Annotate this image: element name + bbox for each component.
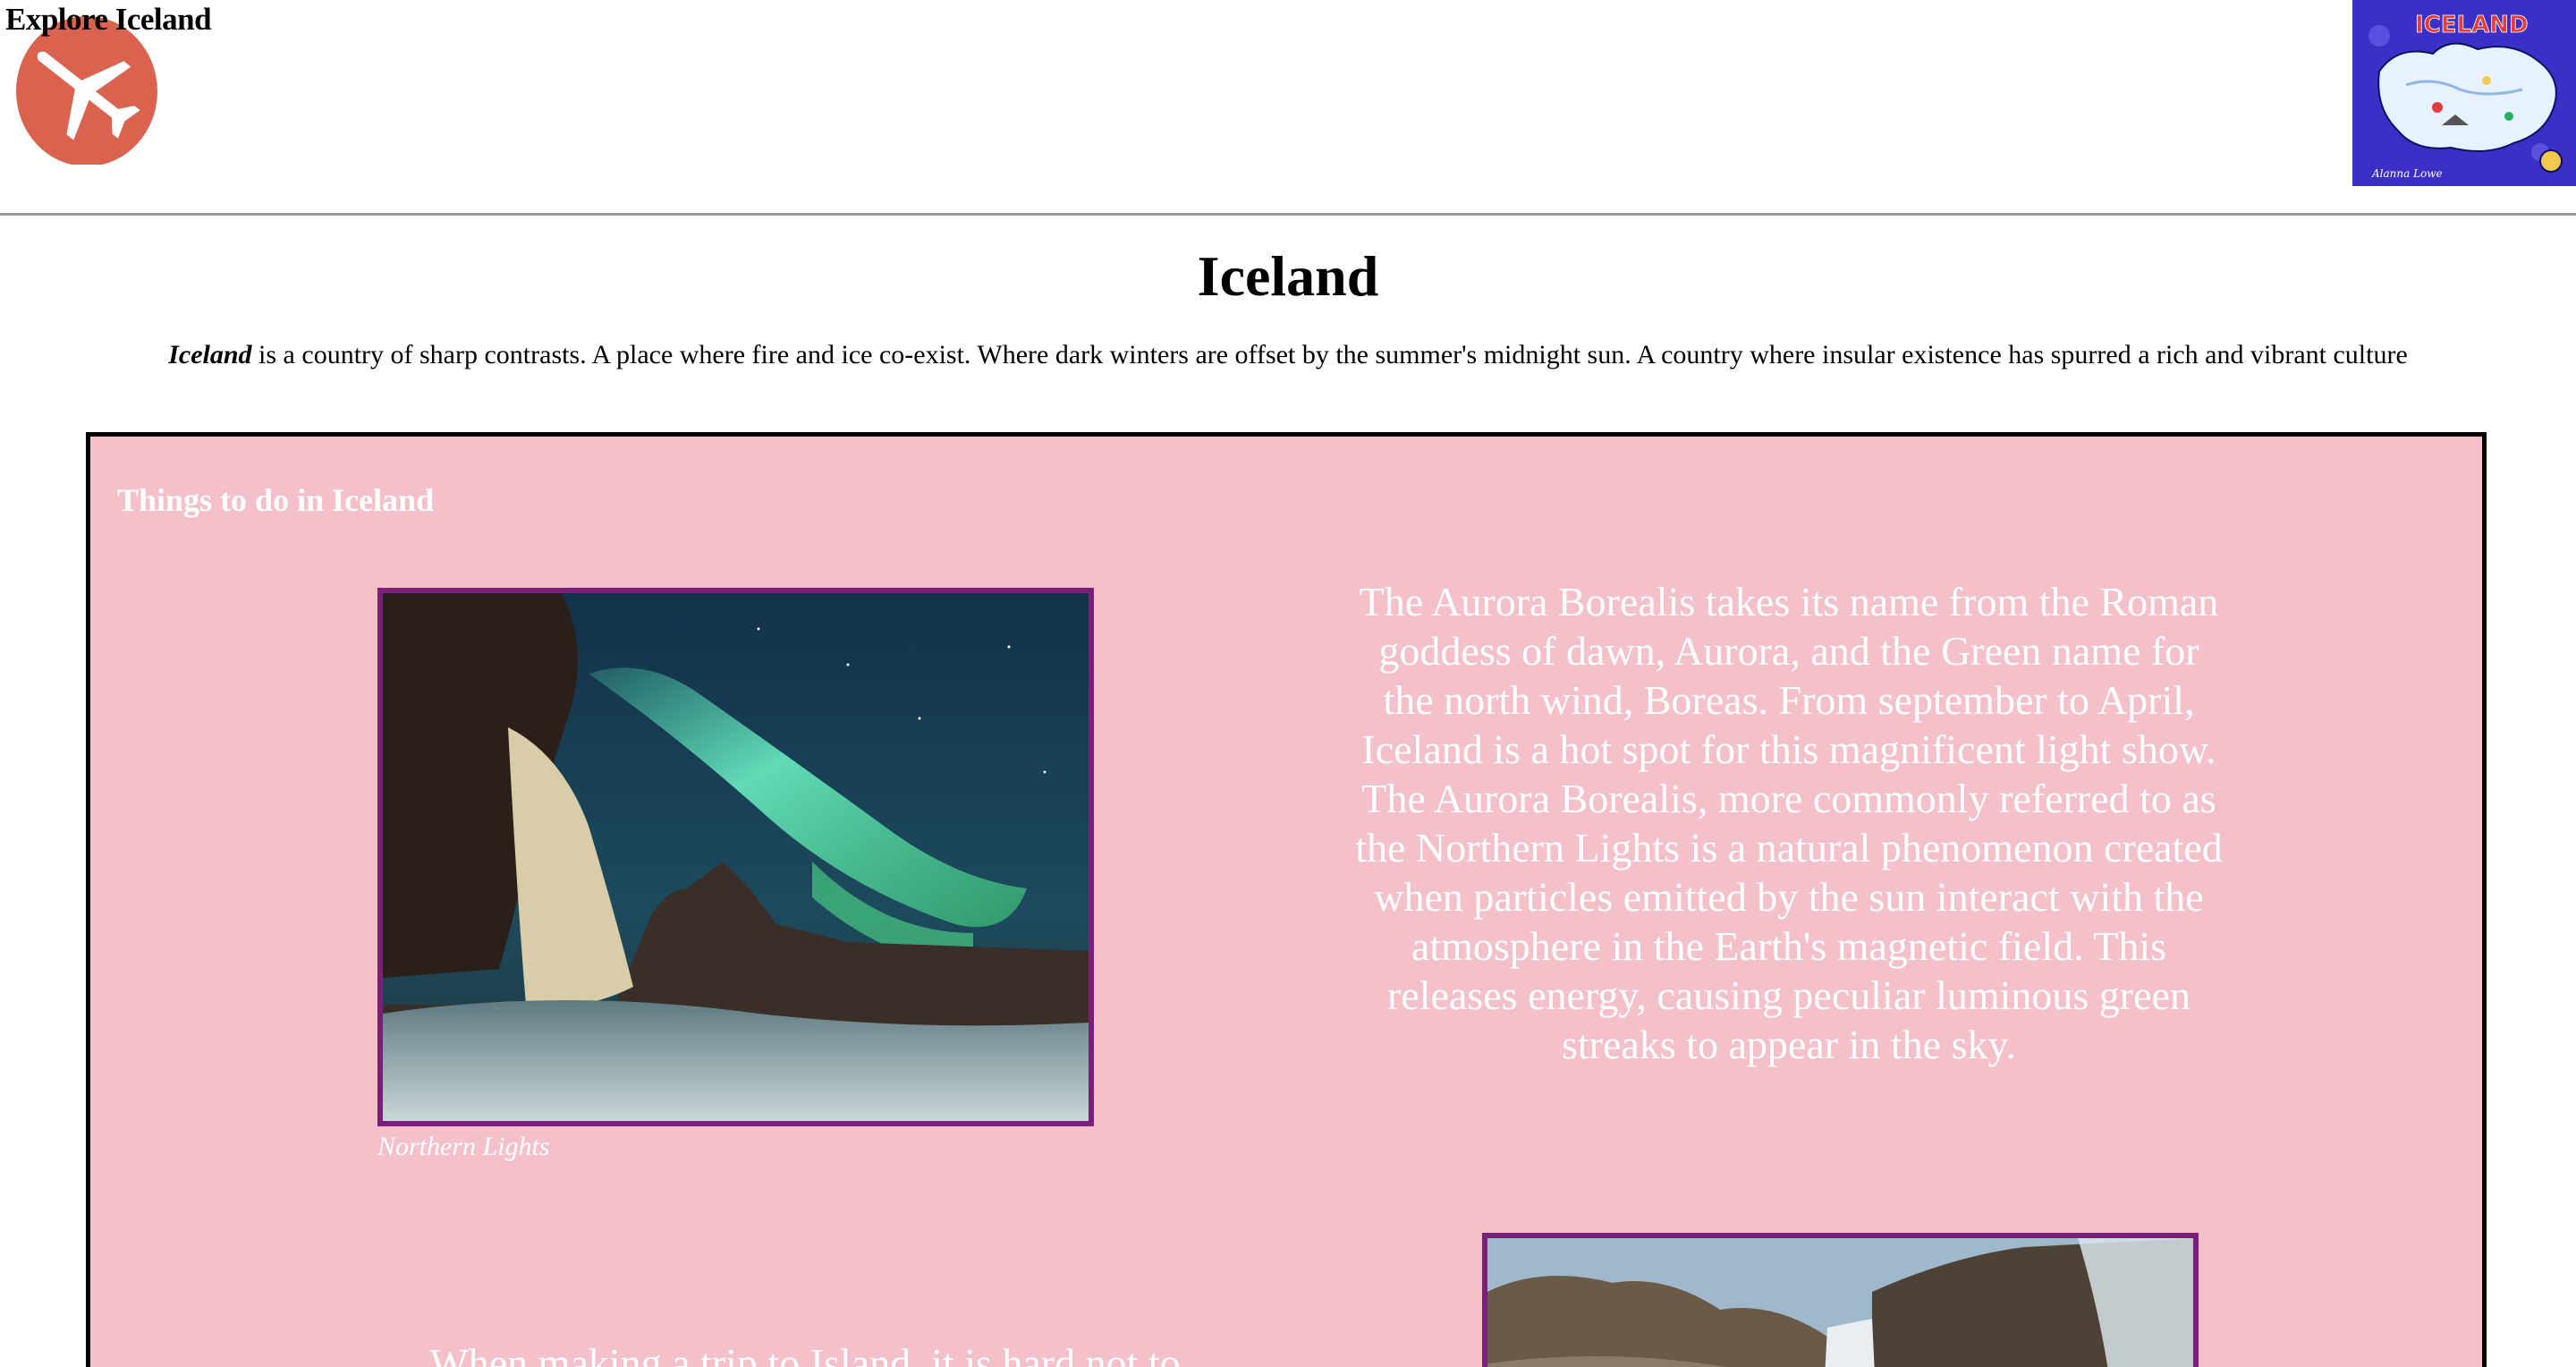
iceland-map-image: ICELAND Alanna Lowe [2352, 0, 2576, 186]
site-title: Explore Iceland [5, 2, 212, 37]
map-title-text: ICELAND [2415, 12, 2529, 38]
map-signature-text: Alanna Lowe [2371, 167, 2443, 180]
page-heading: Iceland [1197, 244, 1379, 308]
trip-paragraph: When making a trip to Island, it is hard… [429, 1340, 1181, 1367]
page: Explore Iceland ICELAND Alanna Lowe Icel… [0, 0, 2576, 1367]
intro-country-name: Iceland [168, 340, 252, 369]
northern-lights-photo [377, 588, 1094, 1126]
intro-paragraph: Iceland is a country of sharp contrasts.… [0, 340, 2576, 370]
northern-lights-caption: Northern Lights [377, 1132, 550, 1161]
aurora-paragraph-2: The Aurora Borealis, more commonly refer… [1355, 776, 2223, 1067]
intro-text: is a country of sharp contrasts. A place… [251, 340, 2408, 369]
aurora-description: The Aurora Borealis takes its name from … [1351, 577, 2227, 1069]
waterfall-photo [1482, 1233, 2199, 1367]
header-divider [0, 213, 2576, 216]
aurora-paragraph-1: The Aurora Borealis takes its name from … [1359, 579, 2219, 772]
things-to-do-title: Things to do in Iceland [117, 482, 435, 518]
